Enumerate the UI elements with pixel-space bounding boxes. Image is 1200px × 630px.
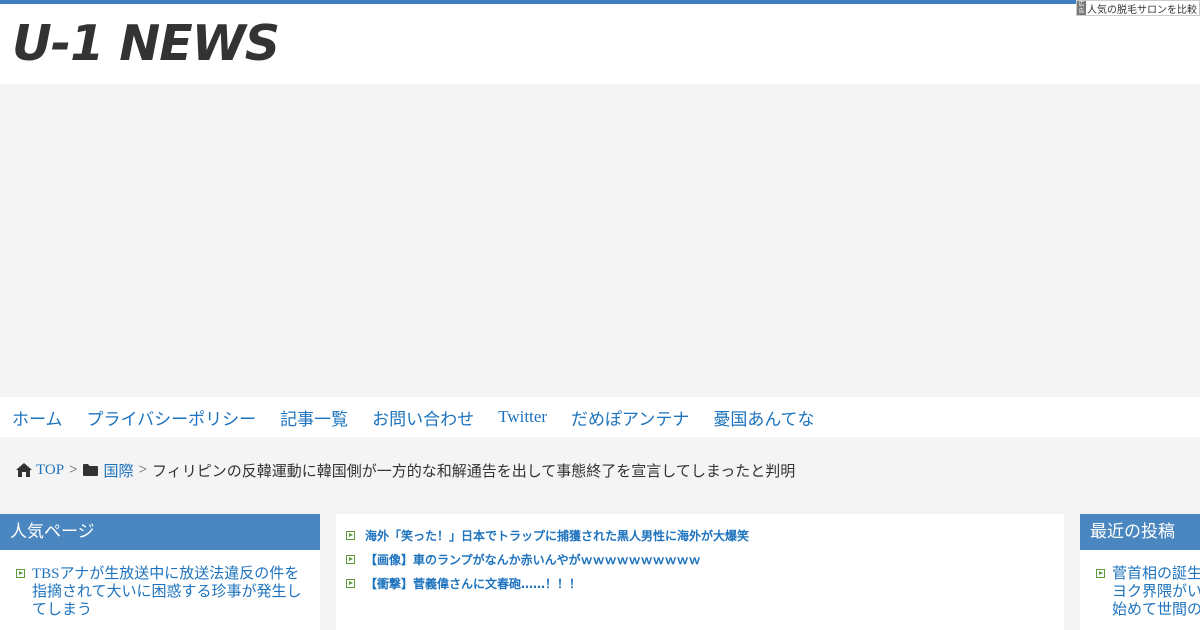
breadcrumb-top-link[interactable]: TOP bbox=[36, 462, 64, 479]
breadcrumb-category-link[interactable]: 国際 bbox=[104, 460, 134, 481]
breadcrumb-separator: > bbox=[138, 461, 148, 478]
nav-item-article-list[interactable]: 記事一覧 bbox=[280, 405, 348, 430]
recent-posts-title: 最近の投稿 bbox=[1080, 514, 1200, 550]
folder-icon bbox=[82, 464, 98, 476]
bullet-icon bbox=[346, 554, 355, 564]
nav-item-yukoku-antenna[interactable]: 憂国あんてな bbox=[713, 405, 814, 430]
related-link[interactable]: 【画像】車のランプがなんか赤いんやがｗｗｗｗｗｗｗｗｗｗ bbox=[365, 551, 701, 568]
main-content: 海外「笑った！」日本でトラップに捕獲された黒人男性に海外が大爆笑 【画像】車のラ… bbox=[336, 514, 1064, 630]
ad-badge-label[interactable]: 人気の脱毛サロンを比較 bbox=[1087, 1, 1197, 16]
related-link[interactable]: 【衝撃】菅義偉さんに文春砲……！！！ bbox=[365, 575, 581, 592]
ad-icon: 広告 bbox=[1077, 1, 1086, 15]
nav-item-twitter[interactable]: Twitter bbox=[498, 407, 547, 427]
nav-item-privacy-policy[interactable]: プライバシーポリシー bbox=[87, 405, 257, 430]
ad-badge[interactable]: 広告 人気の脱毛サロンを比較 bbox=[1076, 0, 1200, 16]
popular-pages-title: 人気ページ bbox=[0, 514, 320, 550]
bullet-icon bbox=[346, 530, 355, 540]
related-link[interactable]: 海外「笑った！」日本でトラップに捕獲された黒人男性に海外が大爆笑 bbox=[365, 527, 749, 544]
list-item[interactable]: 【衝撃】菅義偉さんに文春砲……！！！ bbox=[346, 571, 1064, 595]
list-item[interactable]: 【画像】車のランプがなんか赤いんやがｗｗｗｗｗｗｗｗｗｗ bbox=[346, 547, 1064, 571]
global-nav: ホーム プライバシーポリシー 記事一覧 お問い合わせ Twitter だめぽアン… bbox=[0, 397, 1200, 437]
recent-posts-widget: 最近の投稿 菅首相の誕生を阻止したサヨク界隈がいらしい工作を始めて世間の嘲笑の的… bbox=[1080, 514, 1200, 630]
list-item[interactable]: 海外「笑った！」日本でトラップに捕獲された黒人男性に海外が大爆笑 bbox=[346, 523, 1064, 547]
popular-pages-list: TBSアナが生放送中に放送法違反の件を指摘されて大いに困惑する珍事が発生してしま… bbox=[0, 550, 320, 619]
bullet-icon bbox=[346, 578, 355, 588]
list-item[interactable]: TBSアナが生放送中に放送法違反の件を指摘されて大いに困惑する珍事が発生してしま… bbox=[16, 565, 310, 619]
recent-post-link[interactable]: 菅首相の誕生を阻止したサヨク界隈がいらしい工作を始めて世間の嘲笑の的に bbox=[1112, 565, 1200, 619]
nav-item-damepo-antenna[interactable]: だめぽアンテナ bbox=[571, 405, 689, 430]
list-item[interactable]: 菅首相の誕生を阻止したサヨク界隈がいらしい工作を始めて世間の嘲笑の的に bbox=[1096, 565, 1200, 619]
breadcrumb: TOP > 国際 > フィリピンの反韓運動に韓国側が一方的な和解通告を出して事態… bbox=[16, 459, 795, 481]
site-header: U-1 NEWS bbox=[0, 4, 1200, 84]
popular-pages-widget: 人気ページ TBSアナが生放送中に放送法違反の件を指摘されて大いに困惑する珍事が… bbox=[0, 514, 320, 630]
recent-posts-list: 菅首相の誕生を阻止したサヨク界隈がいらしい工作を始めて世間の嘲笑の的に bbox=[1080, 550, 1200, 619]
popular-page-link[interactable]: TBSアナが生放送中に放送法違反の件を指摘されて大いに困惑する珍事が発生してしま… bbox=[32, 565, 310, 619]
bullet-icon bbox=[1096, 569, 1105, 578]
site-logo[interactable]: U-1 NEWS bbox=[12, 14, 280, 74]
breadcrumb-separator: > bbox=[69, 461, 78, 478]
nav-item-home[interactable]: ホーム bbox=[12, 405, 63, 430]
related-links-list: 海外「笑った！」日本でトラップに捕獲された黒人男性に海外が大爆笑 【画像】車のラ… bbox=[336, 514, 1064, 595]
bullet-icon bbox=[16, 569, 25, 578]
ad-placeholder bbox=[0, 84, 1200, 397]
nav-item-contact[interactable]: お問い合わせ bbox=[372, 405, 474, 430]
breadcrumb-current-page: フィリピンの反韓運動に韓国側が一方的な和解通告を出して事態終了を宣言してしまった… bbox=[152, 463, 796, 480]
home-icon bbox=[16, 463, 32, 477]
